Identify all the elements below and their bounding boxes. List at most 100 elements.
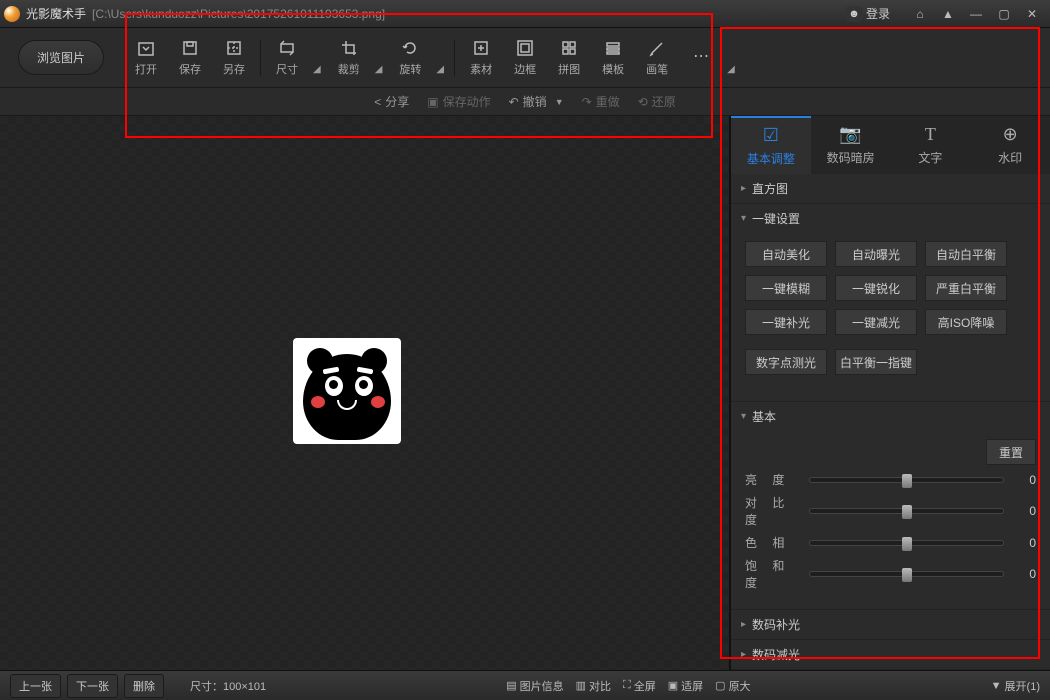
original-icon: ▢ — [715, 679, 725, 692]
tool-open[interactable]: 打开 — [124, 39, 168, 77]
tool-save[interactable]: 保存 — [168, 39, 212, 77]
section-oneclick[interactable]: ▾一键设置 — [731, 204, 1050, 233]
fullscreen-button[interactable]: ⛶全屏 — [623, 678, 656, 694]
tab-darkroom[interactable]: 📷数码暗房 — [811, 116, 891, 174]
tool-border[interactable]: 边框 — [503, 39, 547, 77]
section-basic[interactable]: ▾基本 — [731, 402, 1050, 431]
minimize-icon[interactable]: — — [962, 3, 990, 25]
tool-crop[interactable]: 裁剪 — [327, 39, 371, 77]
image-info-button[interactable]: ▤图片信息 — [506, 678, 563, 694]
app-logo-icon — [4, 6, 20, 22]
content-area: ☑基本调整 📷数码暗房 T文字 ⊕水印 ▸直方图 ▾一键设置 自动美化自动曝光自… — [0, 116, 1050, 670]
size-icon — [278, 39, 296, 57]
app-title: 光影魔术手 — [26, 5, 86, 22]
slider-knob[interactable] — [902, 568, 912, 582]
chevron-down-icon: ▼ — [991, 680, 1002, 692]
rotate-icon — [401, 39, 419, 57]
section-reduce[interactable]: ▸数码减光 — [731, 640, 1050, 669]
tool-material[interactable]: 素材 — [459, 39, 503, 77]
expand-button[interactable]: ▼展开(1) — [991, 678, 1040, 694]
tool-puzzle[interactable]: 拼图 — [547, 39, 591, 77]
watermark-icon: ⊕ — [1003, 124, 1018, 145]
slider-track[interactable] — [809, 540, 1004, 546]
section-fill[interactable]: ▸数码补光 — [731, 610, 1050, 639]
tab-watermark[interactable]: ⊕水印 — [970, 116, 1050, 174]
tool-brush[interactable]: 画笔 — [635, 39, 679, 77]
slider-label: 对 比 度 — [745, 494, 801, 528]
section-histogram[interactable]: ▸直方图 — [731, 174, 1050, 203]
close-icon[interactable]: ✕ — [1018, 3, 1046, 25]
restore-button[interactable]: ⟲还原 — [638, 93, 676, 110]
more-dropdown-icon[interactable]: ◢ — [723, 64, 741, 77]
camera-icon: ▣ — [427, 95, 438, 109]
size-info: 尺寸：100×101 — [190, 678, 266, 694]
slider-row: 饱 和 度0 — [745, 557, 1036, 591]
login-button[interactable]: ☻ 登录 — [840, 3, 896, 24]
crop-icon — [340, 39, 358, 57]
oneclick-button[interactable]: 数字点测光 — [745, 349, 827, 375]
saveas-icon — [225, 39, 243, 57]
original-button[interactable]: ▢原大 — [715, 678, 750, 694]
oneclick-button[interactable]: 一键减光 — [835, 309, 917, 335]
slider-track[interactable] — [809, 477, 1004, 483]
tool-more[interactable]: ⋯ — [679, 47, 723, 69]
save-action-button[interactable]: ▣保存动作 — [427, 93, 490, 110]
prev-button[interactable]: 上一张 — [10, 674, 61, 698]
share-button[interactable]: <分享 — [374, 93, 409, 110]
slider-track[interactable] — [809, 508, 1004, 514]
slider-value: 0 — [1012, 473, 1036, 487]
slider-knob[interactable] — [902, 474, 912, 488]
oneclick-button[interactable]: 自动曝光 — [835, 241, 917, 267]
pin-icon[interactable]: ▲ — [934, 3, 962, 25]
redo-icon: ↷ — [582, 95, 592, 109]
tab-basic[interactable]: ☑基本调整 — [731, 116, 811, 174]
canvas[interactable] — [0, 116, 730, 670]
tab-text[interactable]: T文字 — [891, 116, 971, 174]
slider-value: 0 — [1012, 536, 1036, 550]
oneclick-button[interactable]: 白平衡一指键 — [835, 349, 917, 375]
oneclick-button[interactable]: 自动美化 — [745, 241, 827, 267]
next-button[interactable]: 下一张 — [67, 674, 118, 698]
file-path: [C:\Users\kunduozz\Pictures\201752610111… — [92, 7, 385, 21]
slider-label: 色 相 — [745, 534, 801, 551]
oneclick-button[interactable]: 一键模糊 — [745, 275, 827, 301]
side-tabs: ☑基本调整 📷数码暗房 T文字 ⊕水印 — [731, 116, 1050, 174]
tool-size[interactable]: 尺寸 — [265, 39, 309, 77]
tool-rotate[interactable]: 旋转 — [388, 39, 432, 77]
chevron-right-icon: ▸ — [741, 183, 746, 194]
oneclick-button[interactable]: 高ISO降噪 — [925, 309, 1007, 335]
slider-value: 0 — [1012, 567, 1036, 581]
slider-knob[interactable] — [902, 537, 912, 551]
slider-knob[interactable] — [902, 505, 912, 519]
compare-button[interactable]: ▥对比 — [576, 678, 611, 694]
delete-button[interactable]: 删除 — [124, 674, 164, 698]
browse-button[interactable]: 浏览图片 — [18, 40, 104, 75]
reset-button[interactable]: 重置 — [986, 439, 1036, 465]
maximize-icon[interactable]: ▢ — [990, 3, 1018, 25]
rotate-dropdown-icon[interactable]: ◢ — [432, 64, 450, 77]
border-icon — [516, 39, 534, 57]
slider-value: 0 — [1012, 504, 1036, 518]
tool-saveas[interactable]: 另存 — [212, 39, 256, 77]
chevron-right-icon: ▸ — [741, 619, 746, 630]
template-icon — [604, 39, 622, 57]
oneclick-button[interactable]: 严重白平衡 — [925, 275, 1007, 301]
slider-row: 色 相 0 — [745, 534, 1036, 551]
redo-button[interactable]: ↷重做 — [582, 93, 620, 110]
fit-button[interactable]: ▣适屏 — [668, 678, 703, 694]
size-dropdown-icon[interactable]: ◢ — [309, 64, 327, 77]
home-icon[interactable]: ⌂ — [906, 3, 934, 25]
undo-button[interactable]: ↶撤销▼ — [509, 93, 564, 110]
darkroom-icon: 📷 — [839, 124, 861, 145]
undo-dropdown-icon[interactable]: ▼ — [555, 97, 564, 107]
open-icon — [137, 39, 155, 57]
slider-track[interactable] — [809, 571, 1004, 577]
oneclick-button[interactable]: 一键补光 — [745, 309, 827, 335]
face-icon: ☻ — [846, 6, 862, 22]
oneclick-button[interactable]: 自动白平衡 — [925, 241, 1007, 267]
crop-dropdown-icon[interactable]: ◢ — [371, 64, 389, 77]
oneclick-button[interactable]: 一键锐化 — [835, 275, 917, 301]
compare-icon: ▥ — [576, 679, 586, 692]
tool-template[interactable]: 模板 — [591, 39, 635, 77]
slider-row: 对 比 度 0 — [745, 494, 1036, 528]
